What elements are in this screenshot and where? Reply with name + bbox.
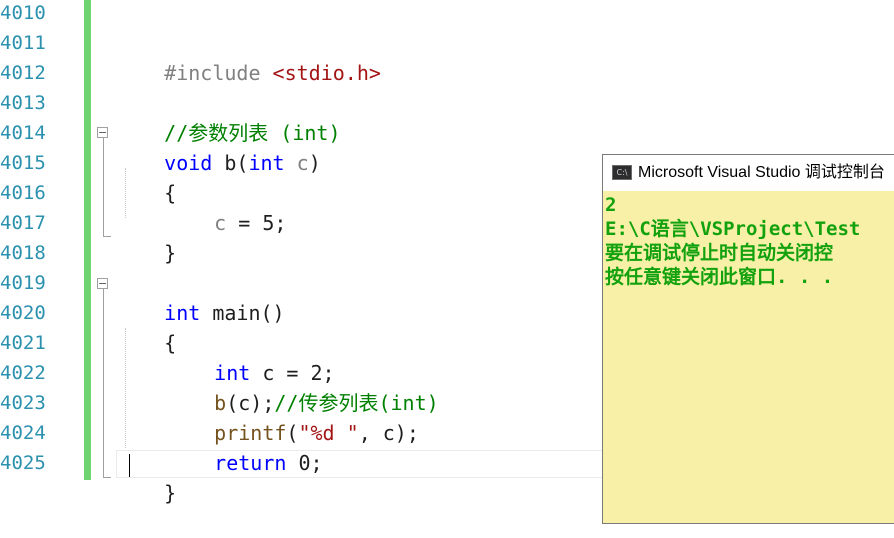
include-header: <stdio.h> xyxy=(272,61,381,85)
code-line-main-signature[interactable]: int main() xyxy=(116,268,284,325)
code-line-close-brace[interactable]: } xyxy=(116,448,176,505)
line-number: 4023 xyxy=(0,392,46,414)
preprocessor-directive: #include xyxy=(164,61,261,85)
console-output-line: 要在调试停止时自动关闭控 xyxy=(605,242,834,264)
line-number: 4012 xyxy=(0,62,46,84)
collapse-icon[interactable]: − xyxy=(97,127,108,138)
close-paren: ) xyxy=(308,151,321,175)
text-caret xyxy=(129,454,130,477)
line-number: 4018 xyxy=(0,242,46,264)
close-brace: } xyxy=(164,241,177,265)
line-number-gutter: 4010 4011 4012 4013 4014 4015 4016 4017 … xyxy=(0,0,60,514)
line-number: 4013 xyxy=(0,92,46,114)
line-number: 4024 xyxy=(0,422,46,444)
keyword-return: return xyxy=(214,451,287,475)
code-line-declaration[interactable]: int c = 2; xyxy=(166,328,334,385)
keyword-int: int xyxy=(248,151,285,175)
line-number: 4021 xyxy=(0,332,46,354)
line-number: 4010 xyxy=(0,2,46,24)
line-number: 4019 xyxy=(0,272,46,294)
return-rest: 0; xyxy=(286,451,323,475)
line-number: 4015 xyxy=(0,152,46,174)
console-output-line: 2 xyxy=(605,194,617,216)
code-line-open-brace[interactable]: { xyxy=(116,148,176,205)
fold-guide xyxy=(103,138,104,236)
console-titlebar[interactable]: C:\ Microsoft Visual Studio 调试控制台 xyxy=(603,155,894,191)
fold-guide-end xyxy=(103,477,111,478)
debug-console-window[interactable]: C:\ Microsoft Visual Studio 调试控制台 2 E:\C… xyxy=(602,154,894,524)
fold-guide-end xyxy=(103,236,111,237)
code-line-function-b-signature[interactable]: void b(int c) xyxy=(116,118,321,175)
console-output-line: E:\C语言\VSProject\Test xyxy=(605,218,861,240)
console-output[interactable]: 2 E:\C语言\VSProject\Test 要在调试停止时自动关闭控 按任意… xyxy=(603,193,894,523)
change-tracking-bar xyxy=(84,0,91,480)
close-brace: } xyxy=(164,481,177,505)
console-output-line: 按任意键关闭此窗口. . . xyxy=(605,266,834,288)
printf-rest: , c); xyxy=(358,421,419,445)
code-line-call-b[interactable]: b(c);//传参列表(int) xyxy=(166,358,439,415)
function-name-main: main() xyxy=(200,301,285,325)
line-number: 4017 xyxy=(0,212,46,234)
function-name-b: b( xyxy=(212,151,249,175)
code-line-return[interactable]: return 0; xyxy=(166,418,322,475)
console-app-icon: C:\ xyxy=(612,165,632,180)
code-line-close-brace[interactable]: } xyxy=(116,208,176,265)
line-number: 4016 xyxy=(0,182,46,204)
console-title: Microsoft Visual Studio 调试控制台 xyxy=(638,164,885,181)
line-number: 4022 xyxy=(0,362,46,384)
code-line-comment[interactable]: //参数列表 (int) xyxy=(116,88,340,145)
assign-expression: = 5; xyxy=(226,211,287,235)
line-number: 4011 xyxy=(0,32,46,54)
code-line-printf[interactable]: printf("%d ", c); xyxy=(166,388,419,445)
fold-guide xyxy=(103,289,104,477)
line-number: 4014 xyxy=(0,122,46,144)
code-line-assign[interactable]: c = 5; xyxy=(166,178,286,235)
code-line-open-brace[interactable]: { xyxy=(116,298,176,355)
parameter-c: c xyxy=(214,211,227,235)
code-line-include[interactable]: #include <stdio.h> xyxy=(116,28,381,85)
line-number: 4025 xyxy=(0,452,46,474)
line-number: 4020 xyxy=(0,302,46,324)
collapse-icon[interactable]: − xyxy=(97,278,108,289)
parameter-c: c xyxy=(284,151,309,175)
